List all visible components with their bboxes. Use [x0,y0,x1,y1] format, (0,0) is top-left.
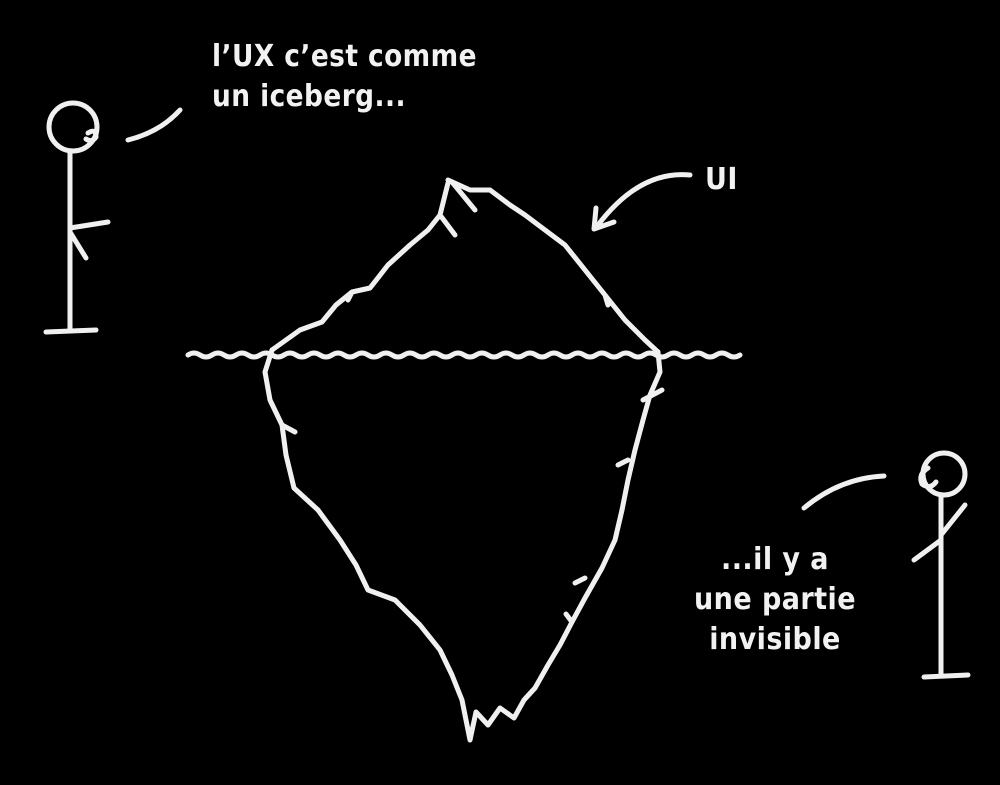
right-speech-line-1: ...il y a [721,542,829,577]
iceberg-visible-part [269,177,661,355]
right-speech-line-3: invisible [709,622,841,657]
ui-label: UI [705,162,738,197]
left-speech-line-2: un iceberg... [212,79,406,114]
speech-curve-right [801,473,887,511]
stick-figure-left [43,100,111,335]
stick-figure-right-mouth [918,465,939,490]
stick-figure-left-base [43,327,99,335]
right-speech-line-2: une partie [694,582,856,617]
iceberg-hidden-part [262,347,665,743]
ui-arrow-shaft [595,172,693,228]
right-speech-text: ...il y a une partie invisible [690,540,861,660]
speech-curve-left [125,107,183,143]
stick-figure-right [911,450,971,680]
stick-figure-right-arm-left [911,537,944,563]
iceberg-diagram [43,100,971,743]
stick-figure-left-mouth [83,128,99,144]
left-speech-line-1: l’UX c’est comme [212,39,477,74]
stick-figure-left-arm-upper [67,219,111,231]
stick-figure-left-head [46,100,100,154]
stick-figure-right-base [921,672,971,680]
stick-figure-right-arm-right [938,502,968,538]
chalkboard: l’UX c’est comme un iceberg... UI ...il … [0,0,1000,785]
ui-arrow [591,172,693,232]
left-speech-text: l’UX c’est comme un iceberg... [212,37,477,117]
